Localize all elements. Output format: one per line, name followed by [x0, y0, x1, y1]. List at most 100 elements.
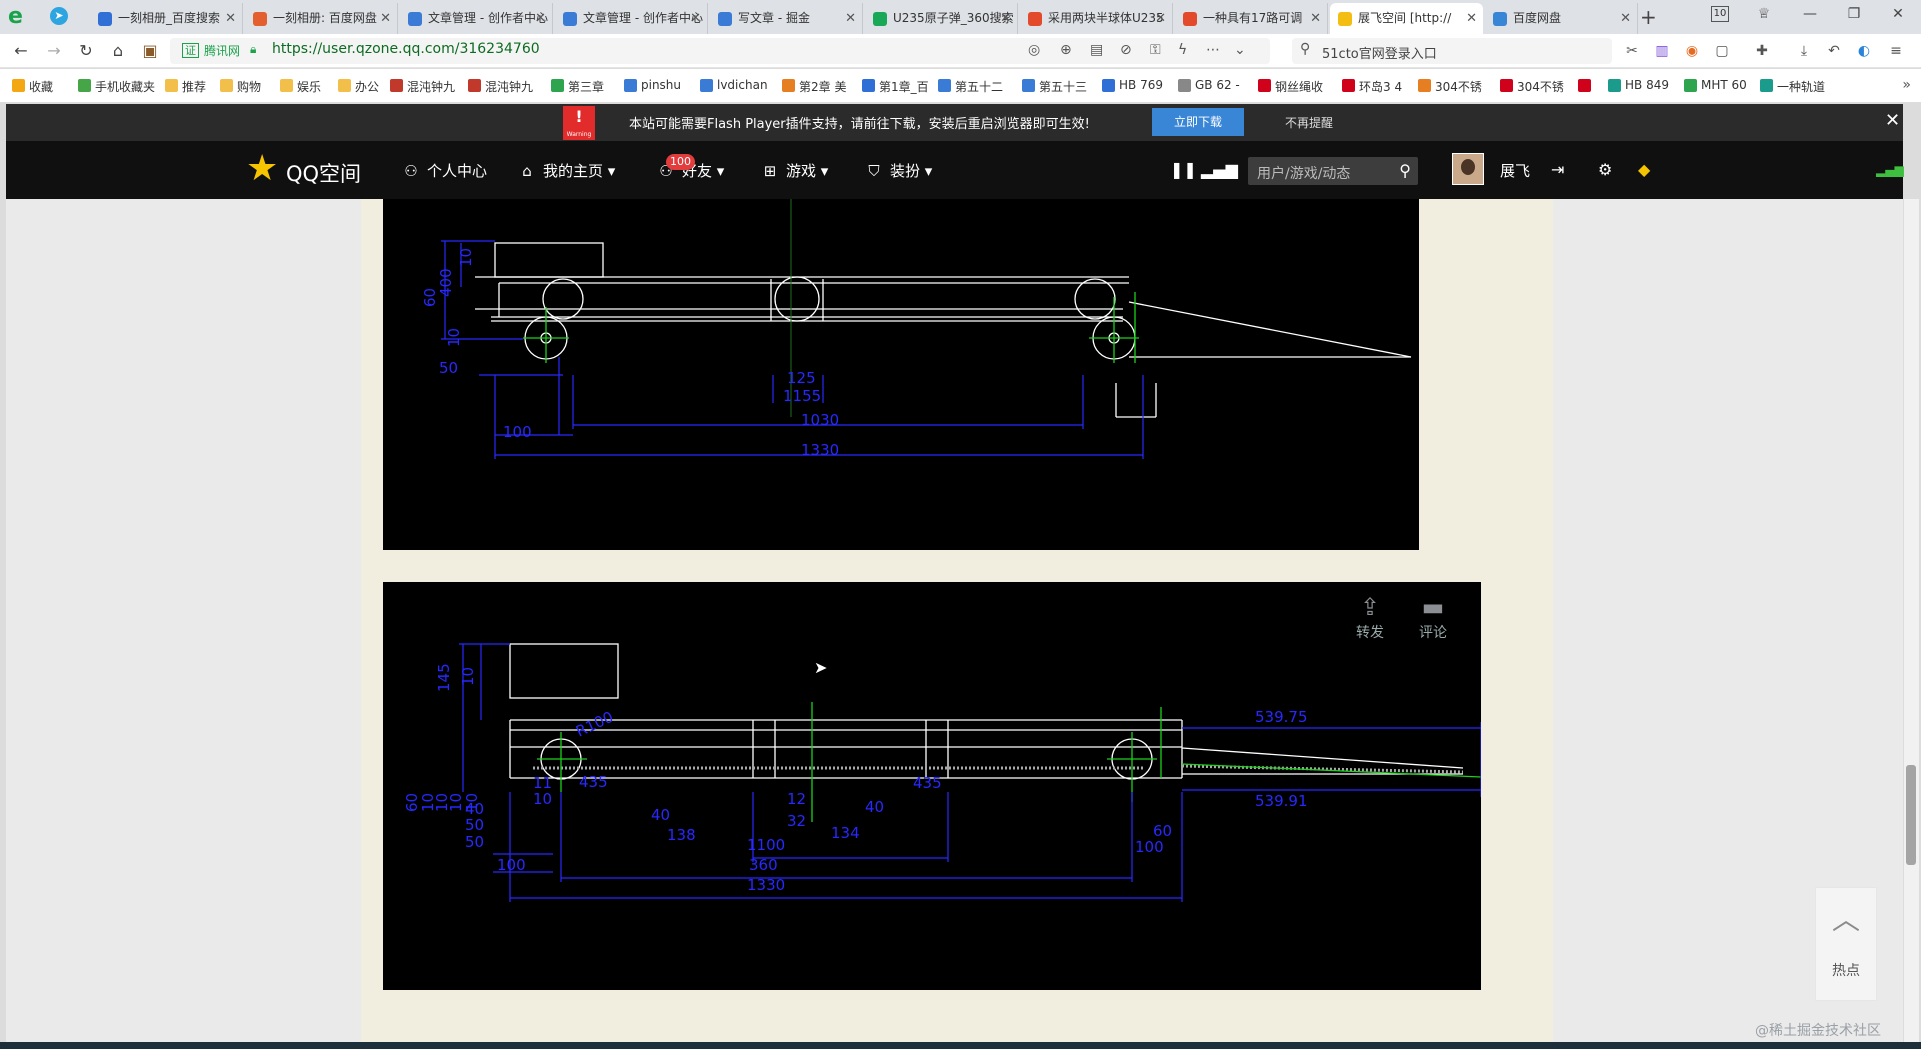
nav-my-home[interactable]: ⌂ 我的主页 ▾ — [517, 160, 615, 181]
bookmark-item[interactable]: 手机收藏夹 — [78, 78, 155, 95]
translate-icon[interactable]: ▤ — [1090, 42, 1103, 58]
bookmark-item[interactable]: HB 769 — [1102, 78, 1163, 92]
tab-close-icon[interactable]: ✕ — [690, 3, 701, 34]
flash-icon[interactable]: ϟ — [1178, 42, 1187, 58]
tab-8[interactable]: 一种具有17路可调 ✕ — [1175, 3, 1328, 34]
search-icon[interactable]: ⚲ — [1399, 161, 1411, 180]
tab-close-icon[interactable]: ✕ — [845, 3, 856, 34]
bookmark-item[interactable]: 环岛3 4 — [1342, 78, 1402, 95]
hotspot-button[interactable]: ︿ 热点 — [1815, 887, 1877, 1001]
cad-drawing-1[interactable]: 50 100 1030 1330 125 1155 60 400 10 10 — [383, 199, 1419, 550]
forward-button[interactable]: → — [43, 40, 65, 62]
target-icon[interactable]: ◎ — [1028, 42, 1040, 58]
tab-3[interactable]: 文章管理 - 创作者中心 ✕ — [400, 3, 553, 34]
tab-1[interactable]: 一刻相册_百度搜索 ✕ — [90, 3, 243, 34]
dismiss-forever-link[interactable]: 不再提醒 — [1285, 114, 1333, 131]
url-text[interactable]: https://user.qzone.qq.com/316234760 — [272, 41, 540, 57]
bookmark-item[interactable]: 304不锈 — [1418, 78, 1482, 95]
comment-button[interactable]: ▬ 评论 — [1410, 592, 1456, 642]
undo-icon[interactable]: ↶ — [1826, 43, 1842, 59]
bookmark-item[interactable]: 混沌钟九 — [468, 78, 533, 95]
gear-icon[interactable]: ⚙ — [1598, 160, 1612, 179]
username[interactable]: 展飞 — [1500, 160, 1530, 181]
bookmark-item[interactable]: 第三章 — [551, 78, 604, 95]
cad-drawing-2[interactable]: 145 10 435 40 138 12 32 40 134 435 100 3… — [383, 582, 1481, 990]
bookmark-item[interactable]: 购物 — [220, 78, 261, 95]
menu-icon[interactable]: ≡ — [1888, 43, 1904, 59]
bookmark-item[interactable]: 第五十三 — [1022, 78, 1087, 95]
tab-close-icon[interactable]: ✕ — [1620, 3, 1631, 34]
bookmarks-overflow-icon[interactable]: » — [1902, 77, 1911, 93]
bookmark-item[interactable]: 办公 — [338, 78, 379, 95]
qzone-logo[interactable]: QQ空间 — [286, 158, 361, 188]
bookmark-item[interactable]: 第2章 美 — [782, 78, 846, 95]
zoom-icon[interactable]: ⊕ — [1060, 42, 1072, 58]
tab-close-icon[interactable]: ✕ — [1000, 3, 1011, 34]
tab-10[interactable]: 百度网盘 ✕ — [1485, 3, 1638, 34]
back-to-top-icon[interactable]: ︿ — [1816, 898, 1876, 938]
bookmark-item[interactable]: GB 62 - — [1178, 78, 1240, 92]
skin-icon[interactable]: ♕ — [1744, 0, 1784, 30]
nav-dress[interactable]: ⛉ 装扮 ▾ — [864, 160, 932, 181]
window-icon[interactable]: ▢ — [1714, 43, 1730, 59]
tab-close-icon[interactable]: ✕ — [1310, 3, 1321, 34]
bookmark-item[interactable]: pinshu — [624, 78, 681, 92]
more-icon[interactable]: ⋯ — [1206, 42, 1220, 58]
tab-7[interactable]: 采用两块半球体U235 ✕ — [1020, 3, 1173, 34]
download-icon[interactable]: ⤓ — [1796, 43, 1812, 59]
reload-button[interactable]: ↻ — [75, 40, 97, 62]
tab-count-badge[interactable]: 10 — [1711, 6, 1729, 22]
scrollbar-thumb[interactable] — [1906, 765, 1916, 865]
close-window-button[interactable]: ✕ — [1878, 0, 1918, 30]
tab-close-icon[interactable]: ✕ — [1466, 3, 1477, 34]
briefcase-icon[interactable]: ▣ — [139, 40, 161, 62]
bookmark-item[interactable]: 混沌钟九 — [390, 78, 455, 95]
tab-2[interactable]: 一刻相册: 百度网盘 ✕ — [245, 3, 398, 34]
bookmark-item[interactable]: 第1章_百 — [862, 78, 929, 95]
tab-9[interactable]: 展飞空间 [http:// ✕ — [1330, 3, 1483, 34]
back-button[interactable]: ← — [10, 40, 32, 62]
pause-icon[interactable]: ❚❚ — [1170, 160, 1197, 179]
nav-personal-center[interactable]: ⚇ 个人中心 — [401, 160, 487, 181]
qzone-search[interactable]: 用户/游戏/动态 ⚲ — [1248, 157, 1418, 185]
share-button[interactable]: ⇪ 转发 — [1347, 592, 1393, 642]
chevron-down-icon[interactable]: ⌄ — [1234, 42, 1246, 58]
bookmark-item[interactable]: lvdichan — [700, 78, 768, 92]
bookmark-item[interactable]: 304不锈 — [1500, 78, 1564, 95]
bars-icon[interactable]: ▂▄▆ — [1201, 160, 1238, 179]
logout-icon[interactable]: ⇥ — [1551, 160, 1564, 179]
browser-logo-icon[interactable]: e — [8, 5, 34, 29]
telegram-icon[interactable]: ➤ — [50, 7, 68, 25]
bookmark-item[interactable]: 推荐 — [165, 78, 206, 95]
avatar[interactable] — [1452, 153, 1484, 185]
download-flash-button[interactable]: 立即下载 — [1152, 108, 1244, 136]
tab-close-icon[interactable]: ✕ — [225, 3, 236, 34]
tab-5[interactable]: 写文章 - 掘金 ✕ — [710, 3, 863, 34]
tab-4[interactable]: 文章管理 - 创作者中心 ✕ — [555, 3, 708, 34]
diamond-icon[interactable]: ◆ — [1638, 160, 1650, 179]
close-icon[interactable]: ✕ — [1885, 110, 1900, 131]
bookmark-item[interactable]: 钢丝绳收 — [1258, 78, 1323, 95]
tab-close-icon[interactable]: ✕ — [1155, 3, 1166, 34]
gamepad-icon[interactable]: ◉ — [1684, 43, 1700, 59]
bookmark-item[interactable]: 第五十二 — [938, 78, 1003, 95]
bookmark-item[interactable]: HB 849 — [1608, 78, 1669, 92]
tab-close-icon[interactable]: ✕ — [535, 3, 546, 34]
home-button[interactable]: ⌂ — [107, 40, 129, 62]
extensions-icon[interactable]: ✚ — [1754, 43, 1770, 59]
qzone-search-input[interactable]: 用户/游戏/动态 — [1257, 163, 1350, 183]
edge-icon[interactable]: ◐ — [1856, 43, 1872, 59]
nav-games[interactable]: ⊞ 游戏 ▾ — [760, 160, 829, 181]
bookmark-item[interactable]: 一种轨道 — [1760, 78, 1825, 95]
bookmark-item[interactable]: 娱乐 — [280, 78, 321, 95]
tab-6[interactable]: U235原子弹_360搜索 ✕ — [865, 3, 1018, 34]
app-icon[interactable]: ▥ — [1654, 43, 1670, 59]
new-tab-button[interactable]: + — [1640, 3, 1657, 31]
minimize-button[interactable]: — — [1790, 0, 1830, 30]
scrollbar-track[interactable] — [1904, 199, 1919, 1042]
qzone-star-icon[interactable]: ★ — [246, 151, 278, 187]
tab-close-icon[interactable]: ✕ — [380, 3, 391, 34]
bookmark-item[interactable]: MHT 60 — [1684, 78, 1747, 92]
url-box[interactable]: 证 腾讯网 🔒︎ https://user.qzone.qq.com/31623… — [170, 38, 1270, 64]
restore-button[interactable]: ❐ — [1834, 0, 1874, 30]
